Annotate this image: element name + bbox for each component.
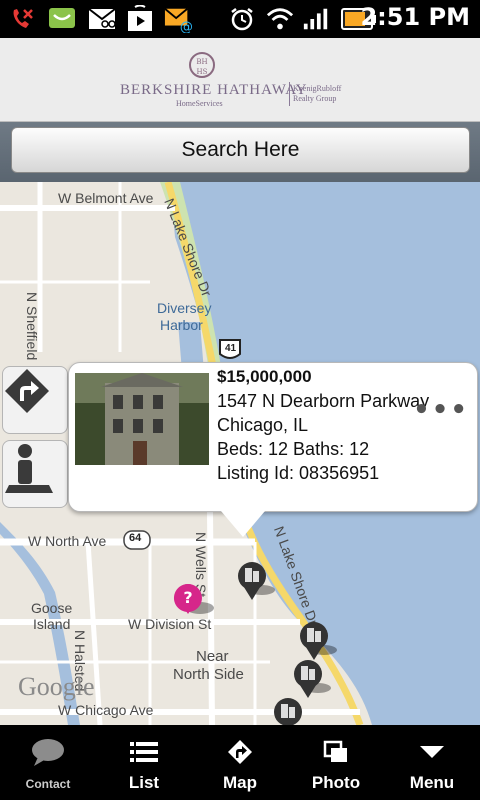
more-options-icon[interactable]: ••• bbox=[413, 395, 469, 425]
google-watermark: Google bbox=[18, 672, 95, 701]
nav-map[interactable]: Map bbox=[192, 725, 288, 800]
street-view-button[interactable] bbox=[2, 440, 68, 508]
listing-beds-baths: Beds: 12 Baths: 12 bbox=[217, 439, 370, 459]
listing-address: 1547 N Dearborn Parkway bbox=[217, 391, 430, 411]
nav-map-label: Map bbox=[223, 773, 257, 792]
signal-icon bbox=[302, 5, 330, 33]
search-bar: Search Here bbox=[0, 122, 480, 182]
directions-icon bbox=[5, 369, 49, 413]
search-button[interactable]: Search Here bbox=[11, 127, 470, 173]
listing-city: Chicago, IL bbox=[217, 415, 309, 435]
chevron-down-icon bbox=[418, 737, 446, 767]
area-label: Goose bbox=[31, 600, 73, 616]
nav-list[interactable]: List bbox=[96, 725, 192, 800]
directions-icon bbox=[227, 737, 253, 767]
listing-photo[interactable] bbox=[75, 373, 209, 465]
map-marker-listing[interactable] bbox=[234, 560, 278, 604]
chat-bubble-icon bbox=[30, 737, 66, 767]
street-label: W North Ave bbox=[28, 533, 107, 549]
listing-id: Listing Id: 08356951 bbox=[217, 463, 380, 483]
bottom-navigation: Contact List Map Photo Menu bbox=[0, 725, 480, 800]
route-64-label: 64 bbox=[129, 532, 142, 544]
alarm-icon bbox=[228, 5, 256, 33]
photos-icon bbox=[323, 737, 349, 767]
nav-photo-label: Photo bbox=[311, 773, 361, 792]
nav-photo[interactable]: Photo bbox=[288, 725, 384, 800]
logo-main-text: BERKSHIRE HATHAWAY bbox=[120, 82, 308, 98]
play-store-icon bbox=[126, 5, 154, 33]
route-41-label: 41 bbox=[225, 343, 237, 354]
app-header: BH HS BERKSHIRE HATHAWAY HomeServices Ko… bbox=[0, 38, 480, 122]
popup-pointer bbox=[221, 511, 265, 537]
nav-contact[interactable]: Contact bbox=[0, 725, 96, 800]
nav-contact-label: Contact bbox=[25, 777, 71, 791]
logo-right-line2: Realty Group bbox=[293, 94, 337, 103]
street-label: N Sheffield bbox=[24, 292, 40, 361]
map-view[interactable]: W Belmont Ave N Lake Shore Dr N Sheffiel… bbox=[0, 182, 480, 725]
status-time: 2:51 PM bbox=[360, 3, 470, 31]
nav-menu[interactable]: Menu bbox=[384, 725, 480, 800]
status-bar: @ 2:51 PM bbox=[0, 0, 480, 38]
map-marker-listing[interactable] bbox=[270, 696, 314, 725]
voicemail-icon bbox=[88, 5, 116, 33]
svg-text:@: @ bbox=[180, 20, 192, 33]
logo-seal: BH HS bbox=[189, 52, 215, 78]
logo-right-line1: KoenigRubloff bbox=[293, 84, 342, 93]
water-label: Diversey bbox=[157, 300, 212, 316]
directions-button[interactable] bbox=[2, 366, 68, 434]
pegman-icon bbox=[5, 444, 53, 493]
listing-popup[interactable]: $15,000,000 1547 N Dearborn Parkway Chic… bbox=[68, 362, 478, 537]
brand-logo: BH HS BERKSHIRE HATHAWAY HomeServices Ko… bbox=[120, 50, 360, 110]
missed-call-icon bbox=[8, 5, 36, 33]
area-label: Near bbox=[196, 648, 229, 665]
nav-menu-label: Menu bbox=[409, 773, 455, 792]
area-label: North Side bbox=[173, 666, 244, 683]
svg-text:?: ? bbox=[183, 588, 192, 607]
wifi-icon bbox=[266, 5, 294, 33]
water-label: Harbor bbox=[160, 317, 203, 333]
nav-list-label: List bbox=[128, 773, 160, 792]
logo-divider bbox=[289, 82, 290, 106]
listing-price: $15,000,000 bbox=[217, 367, 312, 386]
street-label: W Belmont Ave bbox=[58, 190, 154, 206]
logo-right-text: KoenigRubloff Realty Group bbox=[293, 84, 341, 104]
logo-sub-text: HomeServices bbox=[176, 99, 223, 108]
list-icon bbox=[130, 737, 158, 767]
listing-details: $15,000,000 1547 N Dearborn Parkway Chic… bbox=[217, 365, 429, 485]
email-icon: @ bbox=[164, 5, 192, 33]
map-marker-pink[interactable]: ? bbox=[168, 580, 216, 624]
street-label: W Chicago Ave bbox=[58, 702, 154, 718]
area-label: Island bbox=[33, 616, 71, 632]
android-notification-icon bbox=[48, 5, 76, 33]
